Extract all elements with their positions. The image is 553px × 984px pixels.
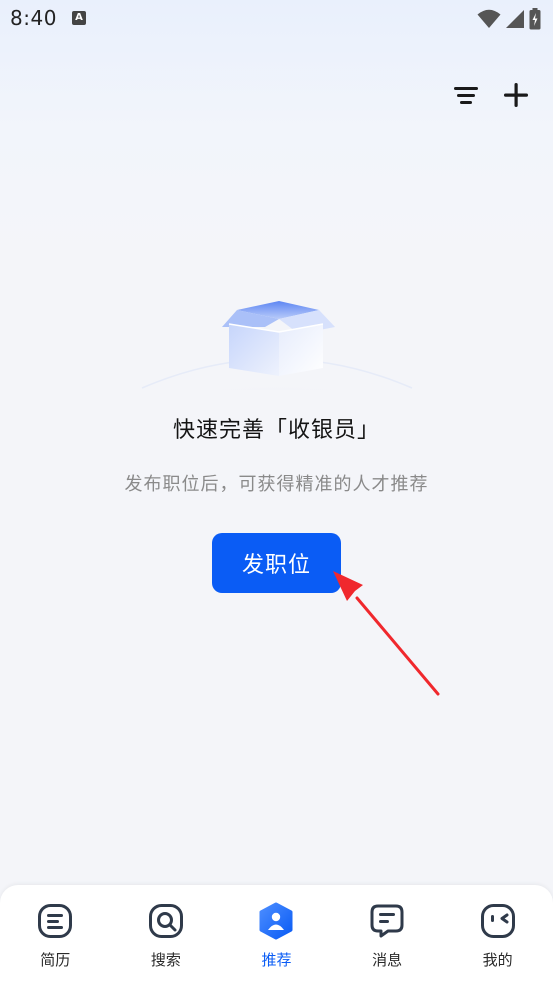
nav-label-resume: 简历 [40, 951, 71, 969]
battery-charging-icon [529, 8, 541, 34]
wifi-icon [477, 9, 501, 33]
status-indicators [477, 8, 541, 34]
empty-state-title: 快速完善「收银员」 [172, 418, 380, 443]
nav-item-profile[interactable]: 我的 [453, 901, 543, 970]
profile-icon [478, 901, 518, 941]
notification-icon: A [72, 11, 86, 25]
post-job-button[interactable]: 发职位 [212, 533, 341, 593]
bottom-navigation: 简历 搜索 推荐 消息 我的 [0, 885, 553, 984]
filter-icon[interactable] [451, 80, 481, 110]
empty-state-description: 发布职位后，可获得精准的人才推荐 [124, 474, 429, 495]
nav-item-resume[interactable]: 简历 [10, 901, 100, 970]
cell-signal-icon [505, 9, 525, 33]
empty-box-illustration [136, 290, 417, 426]
top-actions [451, 80, 531, 110]
plus-icon[interactable] [501, 80, 531, 110]
nav-label-profile: 我的 [482, 951, 513, 969]
nav-item-search[interactable]: 搜索 [121, 901, 211, 970]
nav-item-recommend[interactable]: 推荐 [231, 901, 321, 970]
empty-state: 快速完善「收银员」 发布职位后，可获得精准的人才推荐 [0, 290, 553, 496]
nav-item-messages[interactable]: 消息 [342, 901, 432, 970]
recommend-icon [256, 901, 296, 941]
nav-label-search: 搜索 [150, 951, 181, 969]
search-icon [146, 901, 186, 941]
status-bar: 8:40 A [0, 0, 553, 40]
nav-label-messages: 消息 [372, 951, 403, 969]
status-time: 8:40 [10, 6, 57, 30]
resume-icon [35, 901, 75, 941]
nav-label-recommend: 推荐 [261, 951, 292, 969]
message-icon [367, 901, 407, 941]
